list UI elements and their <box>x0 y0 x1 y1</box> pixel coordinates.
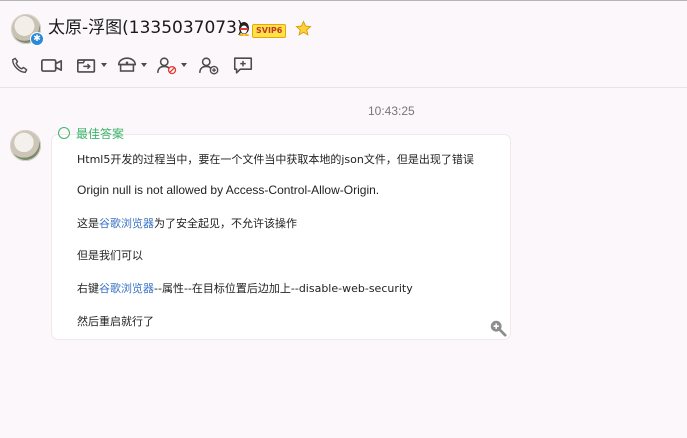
sender-avatar[interactable] <box>10 130 41 161</box>
new-message-button[interactable] <box>232 53 254 77</box>
message-line: 但是我们可以 <box>77 249 143 262</box>
browser-link[interactable]: 谷歌浏览器 <box>99 282 154 295</box>
message-line: Html5开发的过程当中，要在一个文件当中获取本地的json文件，但是出现了错误 <box>77 153 474 166</box>
video-call-icon <box>41 58 63 72</box>
star-icon[interactable] <box>295 20 312 37</box>
check-circle-icon <box>58 127 70 139</box>
message-line: 右键谷歌浏览器--属性--在目标位置后边加上--disable-web-secu… <box>77 280 413 296</box>
block-user-icon <box>157 56 177 74</box>
add-contact-button[interactable] <box>198 53 220 77</box>
remote-assist-button[interactable] <box>116 53 147 77</box>
video-call-button[interactable] <box>40 53 64 77</box>
block-user-button[interactable] <box>156 53 187 77</box>
add-contact-icon <box>199 56 219 74</box>
message-timestamp: 10:43:25 <box>368 104 415 118</box>
title-bar: ✱ 太原-浮图(1335037073) SVIP6 <box>0 1 687 51</box>
remote-assist-icon <box>117 56 137 72</box>
message-text: 右键 <box>77 282 99 295</box>
message-text: --属性--在目标位置后边加上--disable-web-security <box>154 282 413 295</box>
message-text: 为了安全起见，不允许该操作 <box>154 217 297 230</box>
chevron-down-icon[interactable] <box>141 63 147 67</box>
phone-icon <box>12 57 28 73</box>
phone-button[interactable] <box>10 53 29 77</box>
best-answer-header: 最佳答案 <box>58 125 124 139</box>
chat-window: ✱ 太原-浮图(1335037073) SVIP6 10:43:25 最佳答案 … <box>0 0 687 438</box>
avatar-badge-icon: ✱ <box>30 32 44 46</box>
message-line: 这是谷歌浏览器为了安全起见，不允许该操作 <box>77 215 297 231</box>
message-line: 然后重启就行了 <box>77 315 154 328</box>
toolbar-divider <box>0 87 687 88</box>
message-line: Origin null is not allowed by Access-Con… <box>77 183 380 197</box>
new-message-icon <box>233 56 253 74</box>
chevron-down-icon[interactable] <box>101 63 107 67</box>
share-screen-button[interactable] <box>76 53 107 77</box>
best-answer-label: 最佳答案 <box>76 127 125 139</box>
message-text: 这是 <box>77 217 99 230</box>
qq-penguin-icon <box>239 22 249 36</box>
contact-name[interactable]: 太原-浮图(1335037073) <box>48 17 244 39</box>
zoom-in-icon[interactable] <box>489 319 507 337</box>
browser-link[interactable]: 谷歌浏览器 <box>99 217 154 230</box>
svip-badge[interactable]: SVIP6 <box>252 24 287 38</box>
toolbar <box>0 53 687 81</box>
chevron-down-icon[interactable] <box>181 63 187 67</box>
share-screen-icon <box>77 58 96 73</box>
